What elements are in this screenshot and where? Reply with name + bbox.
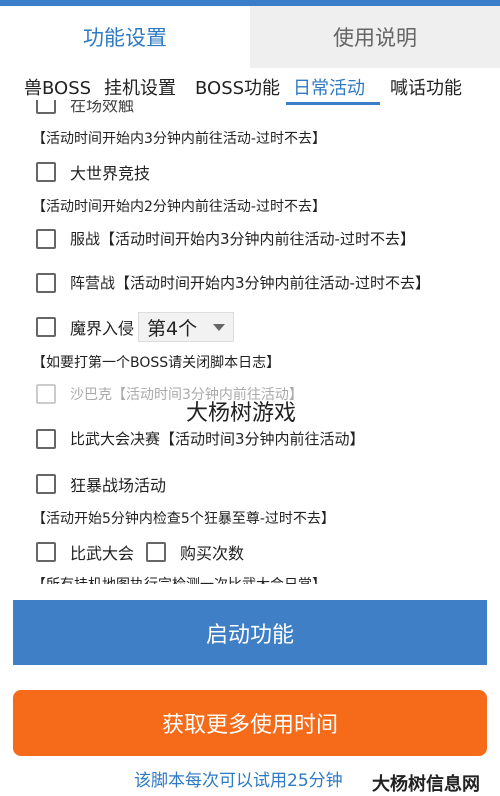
list-item-berserk-battlefield: 狂暴战场活动 bbox=[0, 472, 500, 496]
camp-war-checkbox[interactable] bbox=[36, 272, 56, 293]
list-item-tournament-final: 比武大会决赛【活动时间3分钟内前往活动】 bbox=[0, 428, 500, 449]
list-item-demon-invasion: 魔界入侵 第4个 bbox=[0, 312, 500, 342]
demon-invasion-label: 魔界入侵 bbox=[70, 319, 135, 338]
demon-invasion-select-value: 第4个 bbox=[147, 317, 198, 340]
activity-note-clipped: 【所有挂机地图执行完检测一次比武大会日常】 bbox=[32, 574, 326, 584]
demon-invasion-checkbox[interactable] bbox=[36, 317, 56, 337]
list-item-clipped: 在场效触 bbox=[0, 100, 500, 116]
camp-war-label: 阵营战【活动时间开始内3分钟内前往活动-过时不去】 bbox=[70, 274, 430, 292]
watermark-text: 大杨树游戏 bbox=[186, 401, 297, 426]
tournament-checkbox[interactable] bbox=[36, 542, 56, 562]
activity-note: 【活动时间开始内2分钟内前往活动-过时不去】 bbox=[32, 199, 326, 215]
activity-note: 【活动开始5分钟内检查5个狂暴至尊-过时不去】 bbox=[32, 511, 335, 527]
subtab-shout-functions[interactable]: 喊话功能 bbox=[390, 74, 462, 100]
buy-times-label: 购买次数 bbox=[180, 544, 245, 563]
subtab-idle-settings[interactable]: 挂机设置 bbox=[104, 74, 176, 100]
tab-usage-instructions[interactable]: 使用说明 bbox=[250, 6, 500, 68]
clipped-label: 在场效触 bbox=[70, 100, 135, 115]
tournament-final-checkbox[interactable] bbox=[36, 428, 56, 449]
list-item-camp-war: 阵营战【活动时间开始内3分钟内前往活动-过时不去】 bbox=[0, 272, 500, 293]
tab-function-settings[interactable]: 功能设置 bbox=[0, 6, 250, 68]
list-item-server-war: 服战【活动时间开始内3分钟内前往活动-过时不去】 bbox=[0, 228, 500, 249]
subtab-boss-functions[interactable]: BOSS功能 bbox=[195, 74, 280, 100]
world-arena-checkbox[interactable] bbox=[36, 162, 56, 182]
activity-note: 【如要打第一个BOSS请关闭脚本日志】 bbox=[32, 355, 281, 371]
activity-note: 【活动时间开始内3分钟内前往活动-过时不去】 bbox=[32, 131, 326, 147]
trial-notice: 该脚本每次可以试用25分钟 bbox=[134, 771, 343, 791]
buy-times-checkbox[interactable] bbox=[146, 542, 167, 562]
start-function-button[interactable]: 启动功能 bbox=[13, 600, 487, 665]
get-more-time-button[interactable]: 获取更多使用时间 bbox=[13, 690, 487, 756]
demon-invasion-select[interactable]: 第4个 bbox=[138, 312, 235, 342]
list-item-world-arena: 大世界竞技 bbox=[0, 160, 500, 184]
server-war-checkbox[interactable] bbox=[36, 228, 56, 249]
tournament-label: 比武大会 bbox=[70, 544, 135, 563]
chevron-down-icon bbox=[213, 323, 226, 331]
daily-activities-list[interactable]: 在场效触 【活动时间开始内3分钟内前往活动-过时不去】 大世界竞技 【活动时间开… bbox=[0, 100, 500, 584]
corner-watermark: 大杨树信息网 bbox=[372, 774, 480, 795]
subtab-daily-activities[interactable]: 日常活动 bbox=[293, 74, 365, 100]
subtab-beast-boss[interactable]: 兽BOSS bbox=[24, 74, 91, 100]
main-tabs: 功能设置 使用说明 bbox=[0, 6, 500, 68]
tournament-final-label: 比武大会决赛【活动时间3分钟内前往活动】 bbox=[70, 430, 365, 448]
sabac-checkbox[interactable] bbox=[36, 384, 56, 404]
server-war-label: 服战【活动时间开始内3分钟内前往活动-过时不去】 bbox=[70, 230, 415, 248]
list-item-tournament: 比武大会 购买次数 bbox=[0, 540, 500, 564]
world-arena-label: 大世界竞技 bbox=[70, 164, 151, 183]
berserk-battlefield-label: 狂暴战场活动 bbox=[70, 476, 167, 495]
checkbox[interactable] bbox=[36, 100, 56, 114]
berserk-battlefield-checkbox[interactable] bbox=[36, 474, 56, 494]
